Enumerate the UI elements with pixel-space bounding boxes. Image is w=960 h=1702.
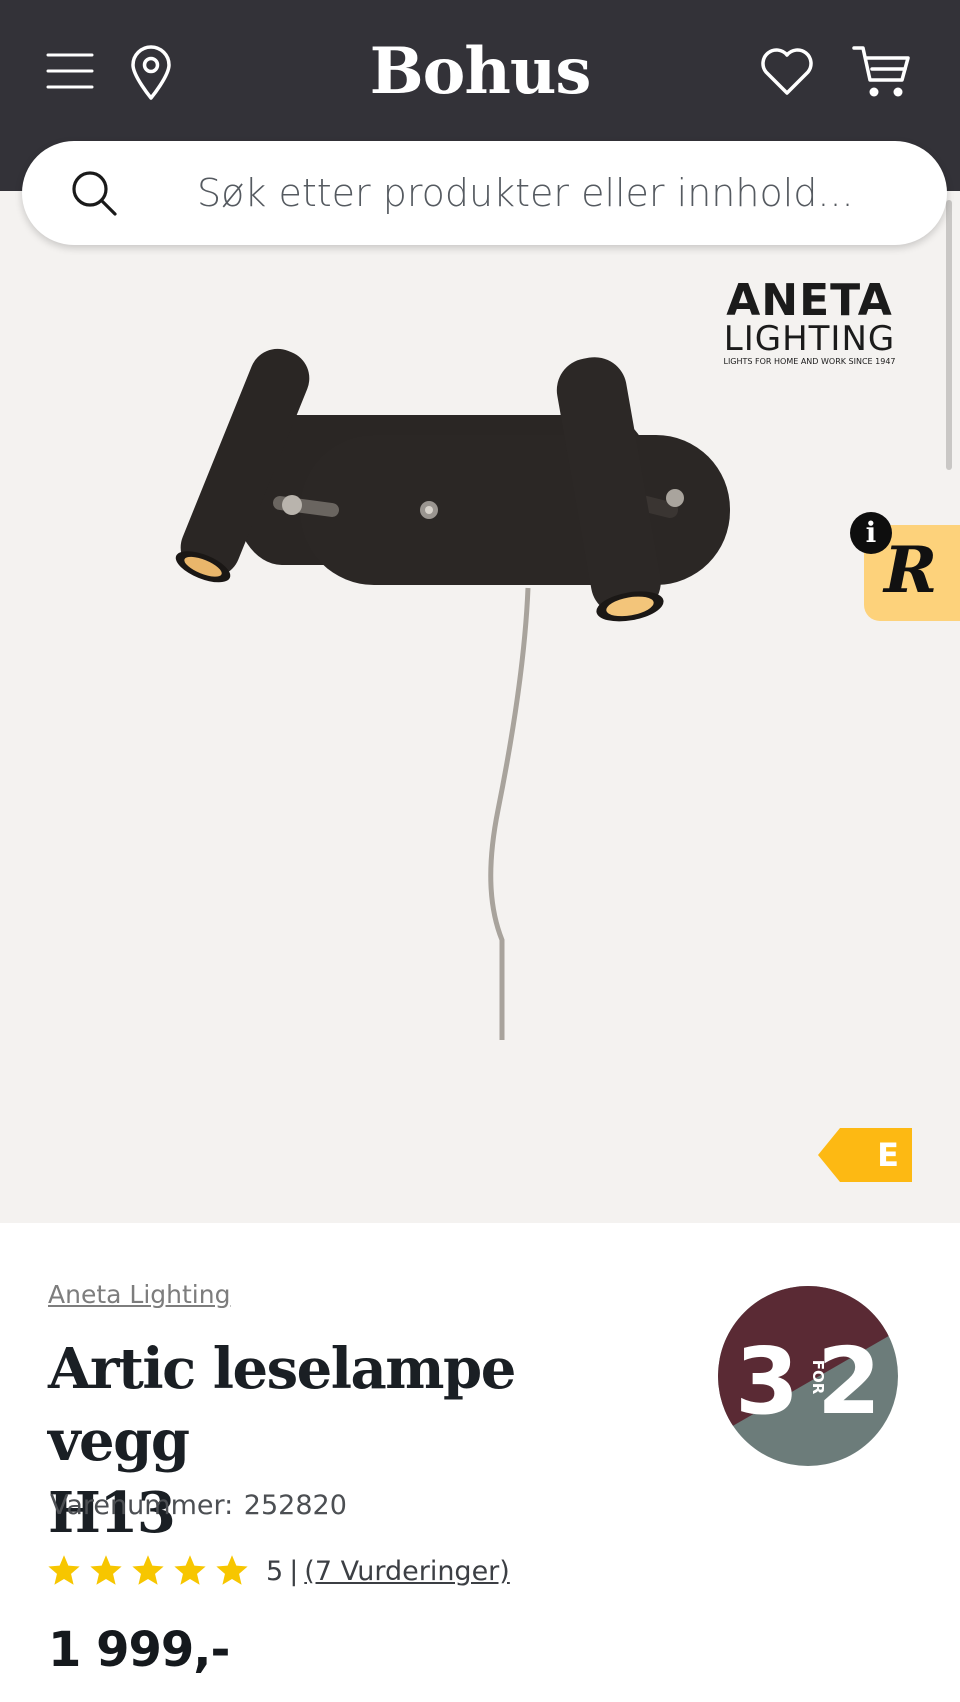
search-input[interactable] bbox=[197, 167, 897, 219]
star-rating bbox=[46, 1553, 250, 1589]
product-image[interactable] bbox=[150, 340, 810, 1040]
star-icon bbox=[174, 1555, 206, 1585]
heart-icon[interactable] bbox=[760, 46, 814, 98]
brand-link[interactable]: Aneta Lighting bbox=[48, 1280, 230, 1309]
scrollbar[interactable] bbox=[946, 200, 952, 470]
star-icon bbox=[132, 1555, 164, 1585]
site-logo-text[interactable]: Bohus bbox=[370, 34, 592, 109]
3-for-2-badge[interactable]: 3 FOR 2 bbox=[717, 1285, 899, 1467]
product-title-line1: Artic leselampe vegg bbox=[48, 1336, 516, 1474]
reviews-widget-logo: R bbox=[884, 533, 938, 608]
rating-separator: | bbox=[289, 1555, 299, 1587]
star-icon bbox=[48, 1555, 80, 1585]
energy-class-label: E bbox=[877, 1136, 899, 1174]
star-icon bbox=[90, 1555, 122, 1585]
rating-value: 5 bbox=[266, 1555, 284, 1587]
info-icon[interactable]: i bbox=[850, 512, 892, 554]
rating-summary: 5 | (7 Vurderinger) bbox=[46, 1549, 510, 1593]
badge-number-right: 2 bbox=[817, 1328, 881, 1435]
brand-logo-line1: ANETA bbox=[726, 275, 893, 326]
product-price: 1 999,- bbox=[48, 1622, 230, 1678]
search-bar[interactable] bbox=[22, 141, 947, 245]
sku: Varenummer: 252820 bbox=[48, 1490, 347, 1521]
search-icon[interactable] bbox=[70, 169, 118, 221]
sku-label: Varenummer: bbox=[50, 1490, 234, 1521]
cart-icon[interactable] bbox=[852, 44, 912, 100]
badge-number-left: 3 bbox=[735, 1328, 799, 1435]
hamburger-menu-icon[interactable] bbox=[44, 48, 96, 94]
map-pin-icon[interactable] bbox=[128, 44, 174, 102]
reviews-link[interactable]: (7 Vurderinger) bbox=[304, 1556, 510, 1587]
star-icon bbox=[216, 1555, 248, 1585]
sku-value: 252820 bbox=[243, 1490, 347, 1521]
